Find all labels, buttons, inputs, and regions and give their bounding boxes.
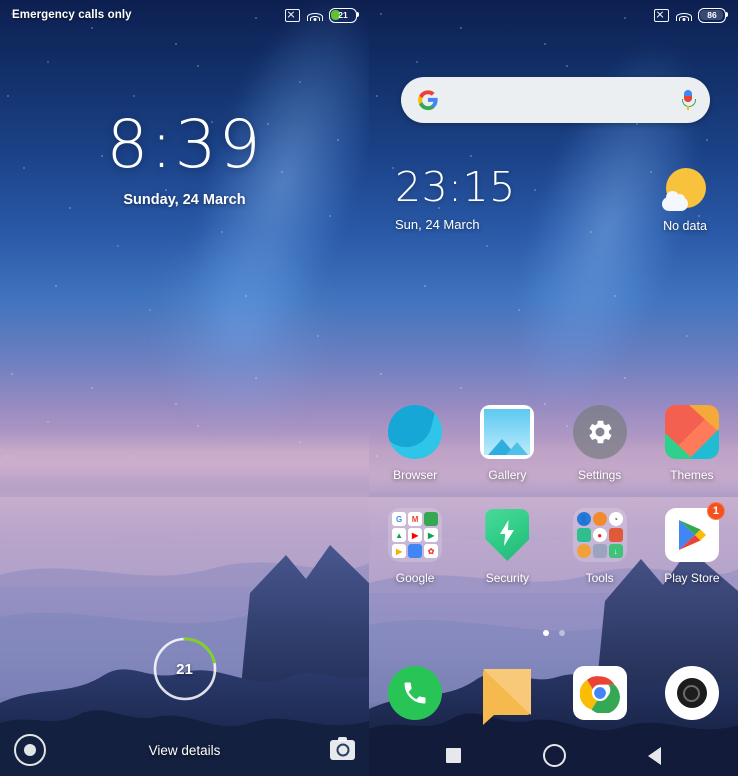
security-shield-icon [480, 508, 534, 562]
circle-home-icon[interactable] [543, 744, 566, 767]
camera-icon[interactable] [330, 736, 355, 760]
weather-status-label: No data [663, 219, 707, 233]
dock-chrome[interactable] [554, 666, 646, 720]
lock-bottom-bar: View details [0, 724, 369, 776]
torch-icon[interactable] [14, 734, 46, 766]
app-security[interactable]: Security [461, 508, 553, 585]
lock-screen-panel: Emergency calls only 21 8:39 Sunday, 24 … [0, 0, 369, 776]
app-settings[interactable]: Settings [554, 405, 646, 482]
battery-ring-percent: 21 [176, 660, 193, 678]
square-recents-icon[interactable] [446, 748, 461, 763]
battery-level-label: 21 [338, 10, 348, 20]
google-search-bar[interactable] [401, 77, 710, 123]
app-label: Google [395, 571, 435, 585]
dock-messages[interactable] [461, 666, 553, 725]
app-themes[interactable]: Themes [646, 405, 738, 482]
dock [369, 666, 738, 725]
battery-ring-widget[interactable]: 21 [150, 634, 220, 704]
themes-icon [664, 405, 719, 459]
home-status-bar: 86 [369, 0, 738, 30]
folder-tools[interactable]: 👤 ◔ ● ↓ Tools [554, 508, 646, 585]
app-label: Themes [670, 468, 714, 482]
page-dot-2[interactable] [558, 630, 565, 636]
app-label: Play Store [664, 571, 720, 585]
no-sim-icon [285, 8, 300, 22]
app-label: Security [485, 571, 530, 585]
home-status-icons: 86 [654, 7, 729, 23]
lock-status-bar: Emergency calls only 21 [0, 0, 369, 30]
sun-behind-cloud-icon [662, 168, 708, 214]
view-details-label[interactable]: View details [0, 743, 369, 758]
wifi-icon [675, 9, 692, 21]
app-label: Gallery [488, 468, 527, 482]
triangle-back-icon[interactable] [648, 746, 661, 765]
dual-phone-screenshot: Emergency calls only 21 8:39 Sunday, 24 … [0, 0, 738, 776]
browser-icon [388, 405, 443, 459]
tools-folder-icon: 👤 ◔ ● ↓ [572, 508, 627, 562]
lock-date: Sunday, 24 March [123, 192, 246, 208]
app-label: Settings [577, 468, 622, 482]
battery-icon: 21 [329, 7, 360, 23]
battery-level-label: 86 [707, 10, 717, 20]
google-g-icon [417, 89, 439, 111]
badge-count: 1 [706, 502, 725, 520]
weather-widget[interactable]: No data [654, 168, 716, 233]
page-indicator [369, 630, 738, 636]
gallery-icon [480, 405, 535, 459]
lock-time: 8:39 [106, 106, 263, 183]
play-store-icon: 1 [664, 502, 725, 562]
app-row-2: G M ▲ ▶ ▶ ▶ ✿ Google Security 👤 ◔ ● ↓ To… [369, 502, 738, 585]
dock-camera[interactable] [646, 666, 738, 720]
stars-field [0, 0, 369, 482]
home-screen-panel: 86 23:15 Sun, 24 March No data Browser G… [369, 0, 738, 776]
chrome-icon [572, 666, 627, 720]
folder-google[interactable]: G M ▲ ▶ ▶ ▶ ✿ Google [369, 508, 461, 585]
page-dot-1[interactable] [542, 630, 549, 636]
wifi-icon [306, 9, 323, 21]
phone-icon [388, 666, 443, 720]
lock-clock: 8:39 Sunday, 24 March [0, 106, 369, 209]
app-row-1: Browser Gallery Settings Themes [369, 405, 738, 482]
settings-gear-icon [572, 405, 627, 459]
dock-phone[interactable] [369, 666, 461, 720]
no-sim-icon [654, 8, 669, 22]
microphone-icon[interactable] [682, 90, 696, 110]
google-folder-icon: G M ▲ ▶ ▶ ▶ ✿ [388, 508, 443, 562]
battery-icon: 86 [698, 7, 729, 23]
app-label: Tools [585, 571, 614, 585]
messages-icon [483, 669, 532, 725]
app-browser[interactable]: Browser [369, 405, 461, 482]
home-date: Sun, 24 March [395, 217, 480, 232]
home-clock-widget[interactable]: 23:15 Sun, 24 March [395, 163, 516, 233]
camera-icon [664, 666, 719, 720]
carrier-label: Emergency calls only [12, 9, 132, 21]
navigation-bar [369, 735, 738, 776]
lock-status-icons: 21 [285, 7, 360, 23]
app-play-store[interactable]: 1 Play Store [646, 502, 738, 585]
app-grid: Browser Gallery Settings Themes G M ▲ ▶ … [369, 405, 738, 611]
app-gallery[interactable]: Gallery [461, 405, 553, 482]
home-time: 23:15 [395, 163, 516, 211]
app-label: Browser [393, 468, 438, 482]
